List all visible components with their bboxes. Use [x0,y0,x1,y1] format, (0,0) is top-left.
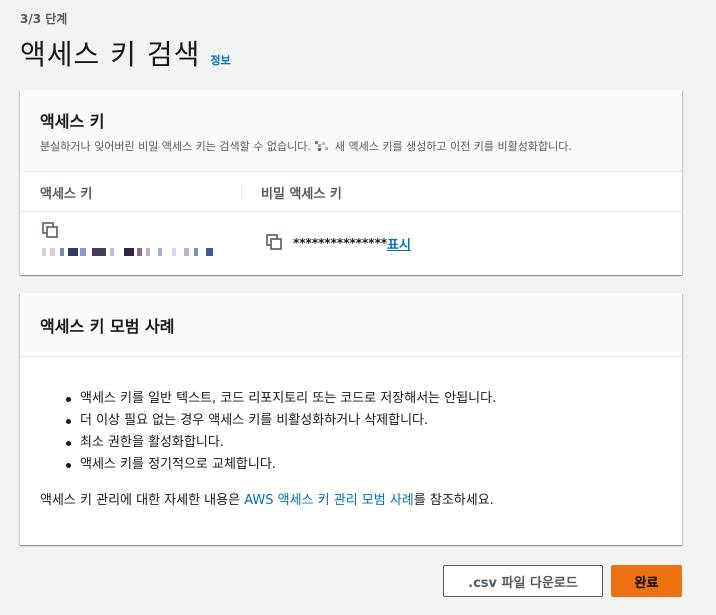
list-item: 최소 권한을 활성화합니다. [65,432,496,454]
list-item: 액세스 키를 일반 텍스트, 코드 리포지토리 또는 코드로 저장해서는 안됩니… [65,388,496,410]
list-item: 액세스 키를 정기적으로 교체합니다. [65,454,496,476]
show-secret-link[interactable]: 표시 [387,234,411,253]
access-key-panel: 액세스 키 분실하거나 잊어버린 비밀 액세스 키는 검색할 수 없습니다. 새… [20,90,682,275]
best-practices-title: 액세스 키 모범 사례 [40,317,175,336]
access-key-column-label: 액세스 키 [40,187,93,202]
redacted-glyph-icon [314,140,329,152]
secret-key-masked-value: *************** [293,236,388,250]
step-indicator: 3/3 단계 [20,12,68,26]
access-key-panel-description: 분실하거나 잊어버린 비밀 액세스 키는 검색할 수 없습니다. 새 액세스 키… [40,138,662,154]
title-row: 액세스 키 검색 정보 [20,33,231,73]
copy-secret-icon[interactable] [266,234,284,250]
description-before: 분실하거나 잊어버린 비밀 액세스 키는 검색할 수 없습니다. [40,140,311,153]
best-practices-list: 액세스 키를 일반 텍스트, 코드 리포지토리 또는 코드로 저장해서는 안됩니… [65,388,496,476]
best-practices-panel: 액세스 키 모범 사례 액세스 키를 일반 텍스트, 코드 리포지토리 또는 코… [20,293,682,545]
best-practices-header: 액세스 키 모범 사례 [20,293,682,357]
access-key-value-redacted [42,248,217,258]
copy-icon[interactable] [42,222,60,238]
access-key-panel-title: 액세스 키 [40,112,105,131]
page-title: 액세스 키 검색 [20,38,201,71]
list-item: 더 이상 필요 없는 경우 액세스 키를 비활성화하거나 삭제합니다. [65,410,496,432]
key-columns-header: 액세스 키 비밀 액세스 키 [20,172,682,212]
download-csv-button[interactable]: .csv 파일 다운로드 [443,565,603,597]
reference-after: 를 참조하세요. [413,493,494,508]
reference-before: 액세스 키 관리에 대한 자세한 내용은 [40,493,245,508]
done-button[interactable]: 완료 [611,565,682,597]
description-after: 새 액세스 키를 생성하고 이전 키를 비활성화합니다. [334,140,572,153]
reference-line: 액세스 키 관리에 대한 자세한 내용은 AWS 액세스 키 관리 모범 사례를… [40,489,494,508]
best-practices-link[interactable]: AWS 액세스 키 관리 모범 사례 [244,493,414,508]
access-key-panel-header: 액세스 키 분실하거나 잊어버린 비밀 액세스 키는 검색할 수 없습니다. 새… [20,90,682,172]
secret-key-column-label: 비밀 액세스 키 [261,187,342,202]
column-divider [241,183,242,201]
info-link[interactable]: 정보 [210,52,230,68]
